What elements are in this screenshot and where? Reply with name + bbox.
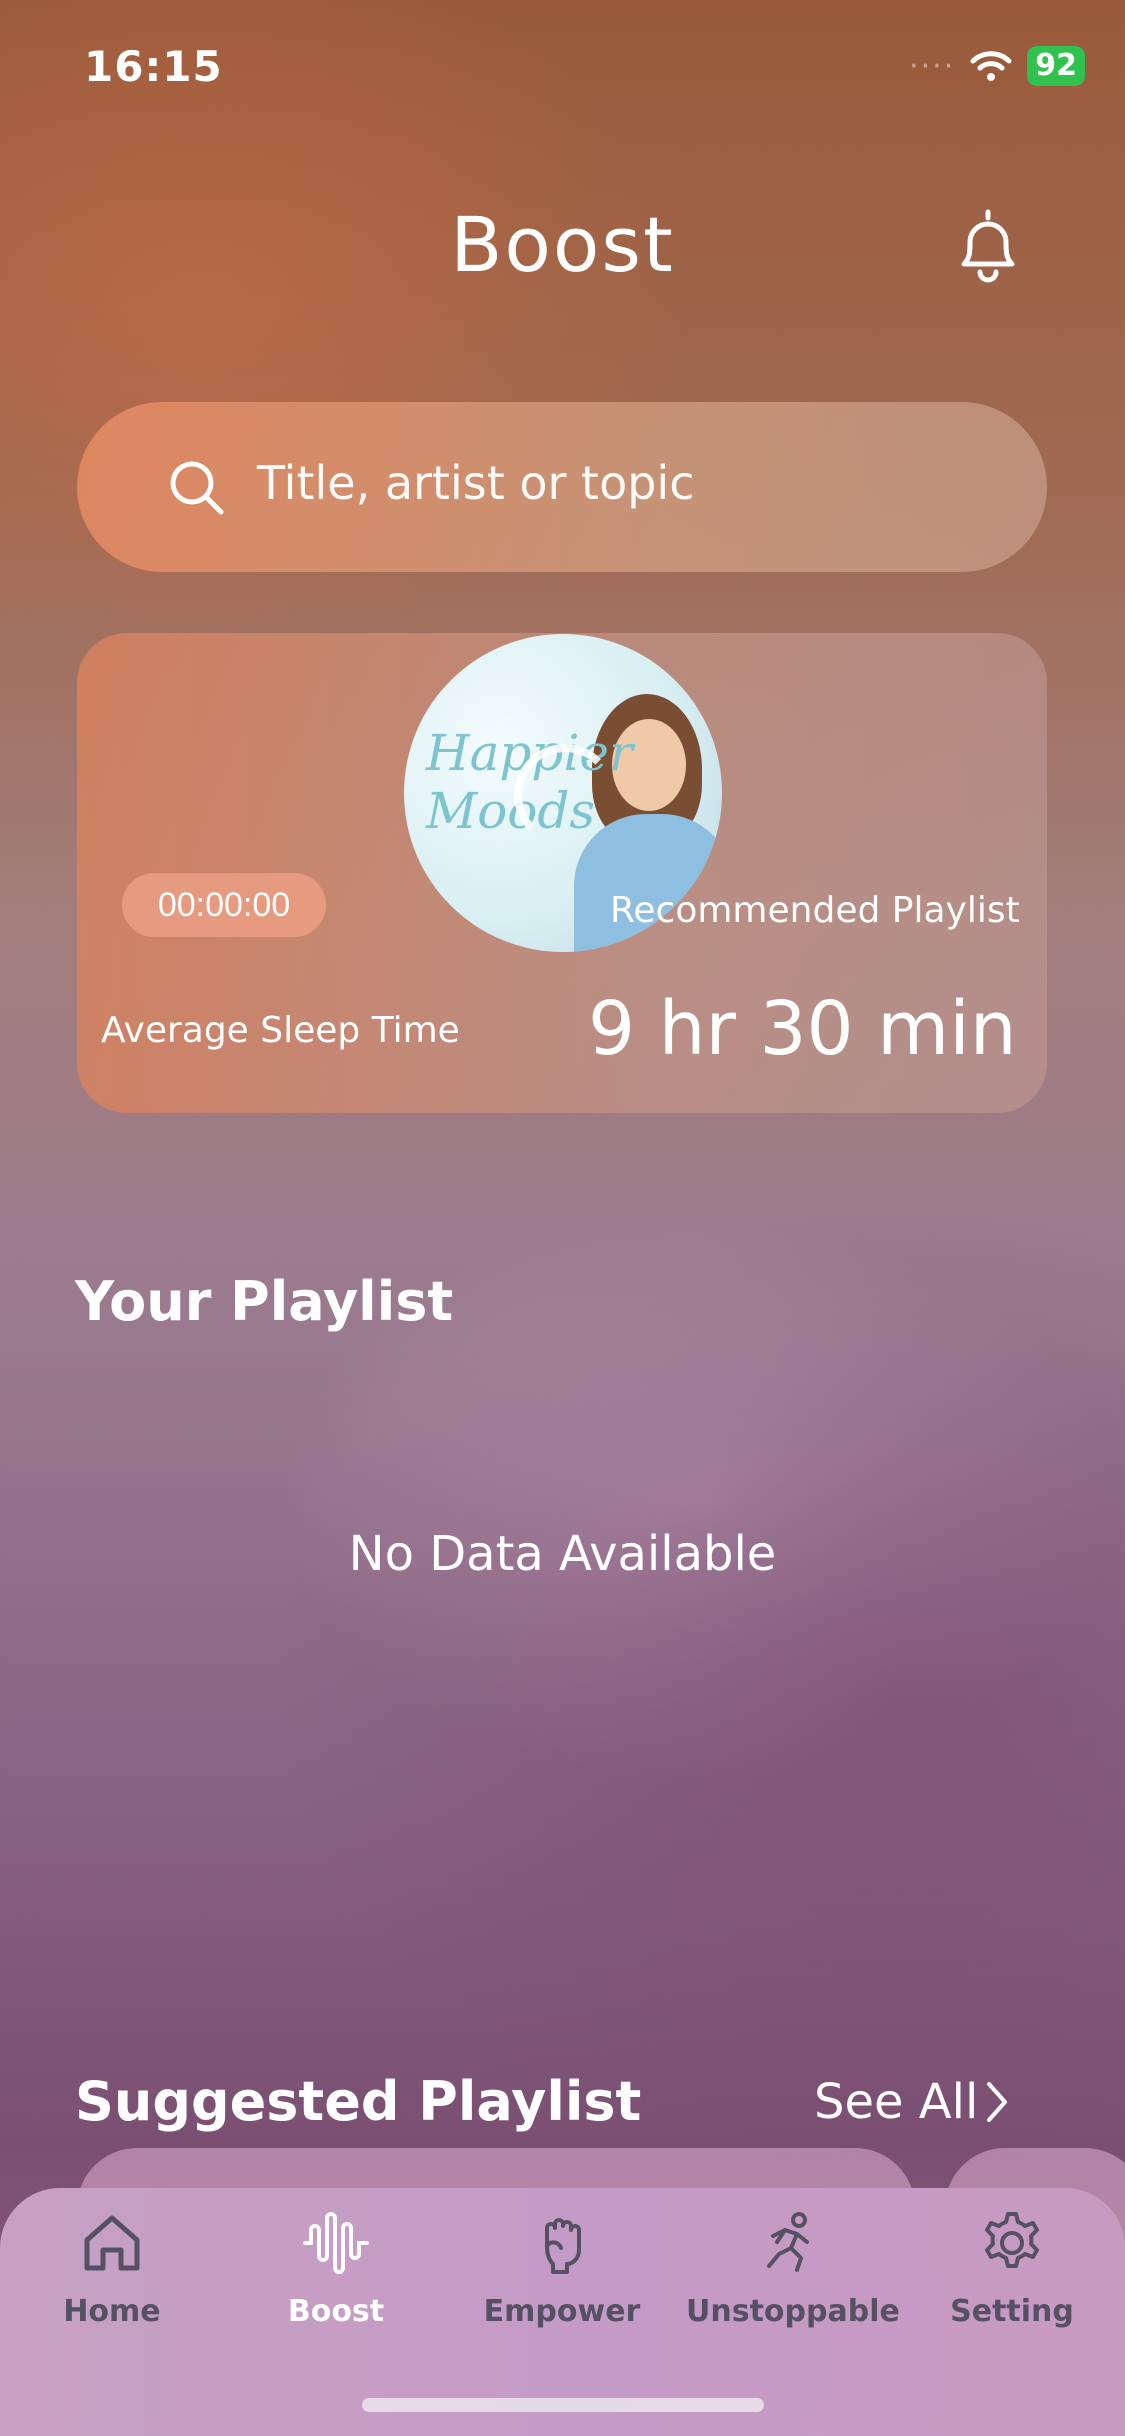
tab-unstoppable[interactable]: Unstoppable	[686, 2208, 900, 2329]
tab-boost-label: Boost	[287, 2294, 385, 2329]
see-all-button[interactable]: See All	[814, 2074, 1010, 2130]
chevron-right-icon	[987, 2082, 1008, 2122]
sleep-timer: 00:00:00	[122, 873, 326, 937]
waveform-icon	[303, 2212, 369, 2274]
empty-state-text: No Data Available	[348, 1526, 777, 1582]
average-sleep-label: Average Sleep Time	[101, 1010, 460, 1051]
cellular-signal-icon: ····	[909, 48, 956, 84]
tab-setting[interactable]: Setting	[912, 2208, 1112, 2329]
search-input[interactable]: Title, artist or topic	[257, 456, 695, 510]
see-all-label: See All	[814, 2074, 979, 2130]
runner-icon	[767, 2212, 809, 2272]
fist-icon	[545, 2218, 581, 2274]
recommended-playlist-label: Recommended Playlist	[610, 890, 1020, 931]
tab-empower-label: Empower	[483, 2294, 641, 2329]
home-icon	[84, 2215, 140, 2271]
tab-empower[interactable]: Empower	[462, 2208, 662, 2329]
status-icons: ···· 92	[909, 46, 1085, 86]
wifi-icon	[970, 51, 1012, 81]
tab-home-label: Home	[63, 2294, 161, 2329]
tab-home[interactable]: Home	[12, 2208, 212, 2329]
your-playlist-title: Your Playlist	[75, 1270, 454, 1333]
battery-indicator: 92	[1027, 46, 1085, 86]
tab-boost[interactable]: Boost	[236, 2208, 436, 2329]
search-icon	[170, 461, 224, 515]
search-bar[interactable]: Title, artist or topic	[77, 402, 1047, 572]
suggested-playlist-title: Suggested Playlist	[75, 2070, 642, 2133]
bell-icon[interactable]	[946, 204, 1030, 288]
status-time: 16:15	[84, 42, 223, 91]
average-sleep-value: 9 hr 30 min	[588, 986, 1017, 1072]
home-indicator	[362, 2398, 764, 2412]
loading-spinner-icon	[514, 744, 616, 846]
tab-setting-label: Setting	[950, 2294, 1074, 2329]
gear-icon	[985, 2212, 1039, 2268]
tab-unstoppable-label: Unstoppable	[686, 2294, 900, 2329]
